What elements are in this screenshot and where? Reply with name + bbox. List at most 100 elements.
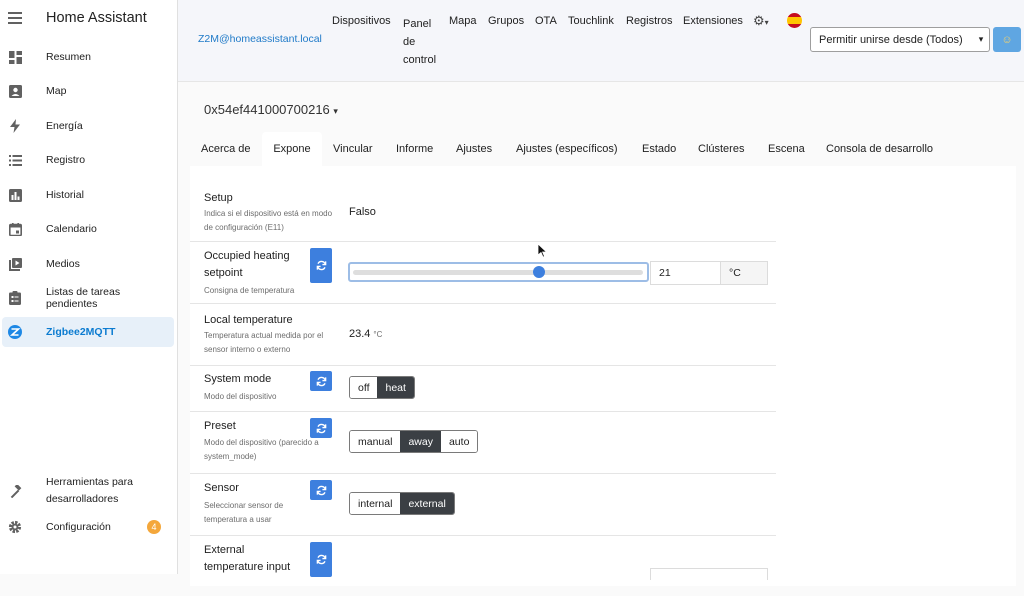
sidebar-item-historial[interactable]: Historial [2, 180, 174, 210]
sidebar-title: Home Assistant [46, 10, 147, 26]
option-manual[interactable]: manual [350, 431, 401, 452]
row-description: Modo del dispositivo [204, 392, 277, 401]
option-auto[interactable]: auto [440, 431, 478, 452]
permit-join-dropdown-icon[interactable]: ▾ [973, 27, 990, 52]
option-off[interactable]: off [350, 377, 378, 398]
tab-clusteres[interactable]: Clústeres [698, 132, 744, 166]
nav-touchlink[interactable]: Touchlink [568, 15, 614, 27]
external-temp-input[interactable] [650, 568, 768, 580]
row-name: Local temperature [204, 314, 293, 326]
row-description: Modo del dispositivo (parecido a system_… [204, 438, 319, 461]
device-selector[interactable]: 0x54ef441000700216 ▾ [204, 102, 338, 117]
calendar-icon [8, 222, 22, 236]
permit-join-select[interactable]: Permitir unirse desde (Todos) [810, 27, 988, 52]
row-name: Occupied heating setpoint [204, 250, 290, 279]
tab-acerca-de[interactable]: Acerca de [201, 132, 251, 166]
permit-join-label: Permitir unirse desde (Todos) [819, 33, 963, 46]
row-description: Temperatura actual medida por el sensor … [204, 331, 324, 354]
sidebar-item-registro[interactable]: Registro [2, 145, 174, 175]
dashboard-icon [8, 50, 22, 64]
refresh-button[interactable] [310, 542, 332, 577]
sidebar-header: Home Assistant [0, 0, 177, 36]
sidebar-item-herramientas[interactable]: Herramientas para desarrolladores [2, 474, 174, 508]
tab-escena[interactable]: Escena [768, 132, 805, 166]
sidebar-item-tareas[interactable]: Listas de tareas pendientes [2, 283, 174, 313]
tab-consola[interactable]: Consola de desarrollo [826, 132, 933, 166]
tab-informe[interactable]: Informe [396, 132, 433, 166]
sidebar-item-label: Energía [46, 120, 83, 132]
row-system-mode: System mode Modo del dispositivo off hea… [190, 366, 776, 412]
zigbee-icon [8, 325, 22, 339]
mouse-cursor-icon [538, 244, 548, 258]
notification-badge: 4 [147, 520, 161, 534]
sidebar-item-label: Registro [46, 154, 86, 166]
sidebar: Home Assistant Resumen Map Energía Regis… [0, 0, 178, 574]
tab-vincular[interactable]: Vincular [333, 132, 373, 166]
sidebar-item-medios[interactable]: Medios [2, 249, 174, 279]
tab-ajustes-especificos[interactable]: Ajustes (específicos) [516, 132, 617, 166]
sidebar-item-zigbee2mqtt[interactable]: Zigbee2MQTT [2, 317, 174, 347]
refresh-icon [316, 260, 326, 271]
nav-ota[interactable]: OTA [535, 15, 557, 27]
local-temp-unit: °C [373, 330, 383, 339]
permit-join-button[interactable]: ☺ [993, 27, 1021, 52]
refresh-button[interactable] [310, 248, 332, 283]
media-icon [8, 257, 22, 271]
device-title: 0x54ef441000700216 [204, 102, 330, 117]
row-preset: Preset Modo del dispositivo (parecido a … [190, 412, 776, 474]
option-heat[interactable]: heat [377, 377, 414, 398]
nav-panel-de-control[interactable]: Panel de control [403, 15, 443, 69]
row-description: Seleccionar sensor de temperatura a usar [204, 501, 284, 524]
row-name: Sensor [204, 482, 239, 494]
nav-dispositivos[interactable]: Dispositivos [332, 15, 391, 27]
row-setup: Setup Indica si el dispositivo está en m… [190, 180, 776, 242]
system-mode-toggle: off heat [349, 376, 415, 399]
row-external-temperature: External temperature input [190, 536, 776, 596]
menu-icon[interactable] [8, 12, 22, 24]
refresh-button[interactable] [310, 418, 332, 438]
sidebar-item-label: Zigbee2MQTT [46, 326, 116, 338]
option-internal[interactable]: internal [350, 493, 401, 514]
refresh-icon [316, 376, 326, 386]
option-external[interactable]: external [400, 493, 454, 514]
local-temperature-value: 23.4 °C [349, 328, 382, 340]
sidebar-item-configuracion[interactable]: Configuración 4 [2, 512, 174, 542]
slider-thumb[interactable] [532, 266, 545, 278]
map-icon [8, 84, 22, 98]
nav-registros[interactable]: Registros [626, 15, 672, 27]
settings-gear-icon[interactable]: ⚙▾ [753, 13, 769, 29]
clipboard-icon [8, 291, 22, 305]
tab-ajustes[interactable]: Ajustes [456, 132, 492, 166]
sidebar-item-resumen[interactable]: Resumen [2, 42, 174, 72]
slider-track [353, 270, 643, 275]
preset-toggle: manual away auto [349, 430, 479, 453]
chevron-down-icon: ▾ [333, 106, 338, 116]
nav-extensiones[interactable]: Extensiones [683, 15, 743, 27]
refresh-button[interactable] [310, 480, 332, 500]
setpoint-slider[interactable] [348, 262, 649, 282]
local-temp-number: 23.4 [349, 328, 371, 340]
nav-mapa[interactable]: Mapa [449, 15, 477, 27]
nav-grupos[interactable]: Grupos [488, 15, 524, 27]
setpoint-input[interactable]: 21 [650, 261, 721, 285]
language-flag-icon[interactable] [787, 13, 802, 28]
lightning-icon [8, 119, 22, 133]
sidebar-item-label: Configuración [46, 521, 111, 533]
row-name: Preset [204, 420, 236, 432]
sidebar-item-energia[interactable]: Energía [2, 111, 174, 141]
list-icon [8, 153, 22, 167]
row-description: Indica si el dispositivo está en modo de… [204, 209, 333, 232]
refresh-button[interactable] [310, 371, 332, 391]
option-away[interactable]: away [400, 431, 441, 452]
smiley-icon: ☺ [1001, 33, 1013, 46]
refresh-icon [316, 485, 326, 495]
z2m-instance-link[interactable]: Z2M@homeassistant.local [198, 33, 322, 45]
sidebar-item-calendario[interactable]: Calendario [2, 214, 174, 244]
tab-expone[interactable]: Expone [262, 132, 322, 166]
setup-value: Falso [349, 206, 376, 218]
exposes-panel: Setup Indica si el dispositivo está en m… [190, 166, 1016, 586]
sidebar-item-map[interactable]: Map [2, 76, 174, 106]
tab-estado[interactable]: Estado [642, 132, 676, 166]
setpoint-unit: °C [721, 261, 768, 285]
sidebar-item-label: Calendario [46, 223, 97, 235]
